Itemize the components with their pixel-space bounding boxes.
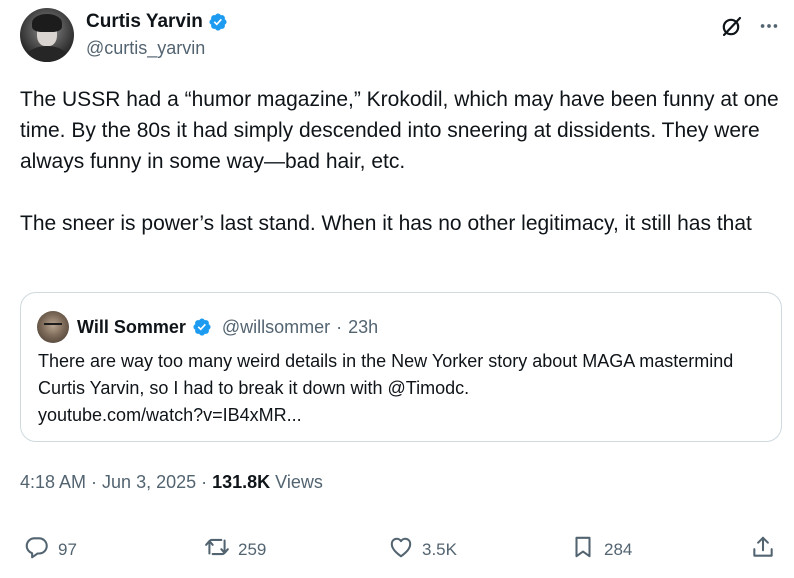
quoted-tweet-text: There are way too many weird details in …: [38, 351, 734, 425]
grok-icon[interactable]: [720, 14, 744, 38]
more-icon[interactable]: [758, 15, 780, 37]
views-count: 131.8K: [212, 472, 271, 492]
tweet-time[interactable]: 4:18 AM: [20, 472, 86, 493]
quoted-author-name: Will Sommer: [77, 316, 186, 337]
tweet-meta: 4:18 AM · Jun 3, 2025 · 131.8K Views: [20, 472, 323, 493]
top-right-icons: [720, 14, 780, 38]
repost-icon: [204, 534, 230, 565]
meta-separator: ·: [91, 472, 98, 492]
author-display-name[interactable]: Curtis Yarvin: [86, 11, 203, 33]
quoted-separator: ·: [336, 316, 343, 337]
author-handle[interactable]: @curtis_yarvin: [86, 38, 205, 59]
action-bar: 97 259 3.5K 284: [20, 534, 780, 568]
reply-icon: [24, 534, 50, 565]
tweet-header: Curtis Yarvin @curtis_yarvin: [20, 8, 780, 64]
repost-count: 259: [238, 539, 267, 559]
verified-badge-icon: [192, 317, 212, 337]
author-avatar[interactable]: [20, 8, 74, 62]
bookmark-button[interactable]: 284: [570, 534, 632, 565]
like-count: 3.5K: [422, 539, 457, 559]
quoted-tweet-header: Will Sommer @willsommer · 23h: [37, 311, 378, 343]
share-button[interactable]: [750, 534, 776, 565]
reply-button[interactable]: 97: [24, 534, 77, 565]
bookmark-icon: [570, 534, 596, 565]
reply-count: 97: [58, 539, 77, 559]
like-icon: [388, 534, 414, 565]
tweet-date[interactable]: Jun 3, 2025: [102, 472, 196, 493]
meta-separator: ·: [201, 472, 208, 492]
share-icon: [750, 534, 776, 565]
quoted-tweet-age: 23h: [348, 316, 379, 337]
verified-badge-icon[interactable]: [208, 12, 228, 32]
like-button[interactable]: 3.5K: [388, 534, 457, 565]
repost-button[interactable]: 259: [204, 534, 266, 565]
bookmark-count: 284: [604, 539, 633, 559]
author-name-row: Curtis Yarvin: [86, 11, 228, 33]
tweet-text: The USSR had a “humor magazine,” Krokodi…: [20, 88, 779, 235]
quoted-author-avatar: [37, 311, 69, 343]
quoted-author-handle: @willsommer: [221, 316, 331, 337]
views-label: Views: [275, 472, 323, 492]
quoted-tweet[interactable]: Will Sommer @willsommer · 23h There are …: [20, 292, 782, 442]
